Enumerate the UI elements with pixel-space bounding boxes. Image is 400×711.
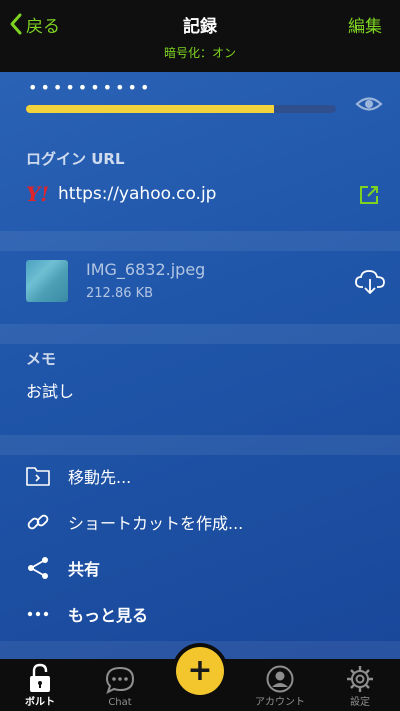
tab-vault-label: ボルト	[25, 697, 55, 708]
tab-vault[interactable]: ボルト	[0, 659, 80, 711]
edit-button[interactable]: 編集	[348, 12, 382, 37]
yahoo-y-icon: Y!	[26, 182, 50, 206]
section-divider	[0, 435, 400, 455]
login-url-label: ログイン URL	[26, 150, 125, 168]
chat-icon	[105, 666, 135, 694]
tab-chat[interactable]: Chat	[80, 659, 160, 711]
nav-header: 戻る 記録 暗号化：オン 編集	[0, 0, 400, 72]
eye-icon[interactable]	[355, 94, 383, 114]
folder-move-icon	[26, 464, 50, 488]
record-content: •••••••••• ログイン URL Y! https://yahoo.co.…	[0, 72, 400, 659]
attachment-name[interactable]: IMG_6832.jpeg	[86, 260, 205, 279]
login-url-row[interactable]: Y! https://yahoo.co.jp	[26, 182, 216, 206]
attachment-thumbnail[interactable]	[26, 260, 68, 302]
share-label: 共有	[68, 560, 101, 579]
share-icon	[26, 556, 50, 580]
cloud-download-icon[interactable]	[355, 269, 385, 295]
attachment-size: 212.86 KB	[86, 286, 154, 301]
share-action[interactable]: 共有	[0, 545, 400, 591]
tab-account[interactable]: アカウント	[240, 659, 320, 711]
external-link-icon[interactable]	[359, 185, 379, 205]
account-icon	[266, 665, 294, 693]
more-label: もっと見る	[68, 606, 149, 625]
memo-label: メモ	[26, 350, 57, 368]
add-button[interactable]: +	[176, 647, 224, 695]
more-action[interactable]: もっと見る	[0, 591, 400, 637]
tab-chat-label: Chat	[108, 697, 132, 708]
more-icon	[26, 602, 50, 626]
memo-text: お試し	[26, 382, 75, 401]
create-shortcut-label: ショートカットを作成...	[68, 514, 244, 533]
section-divider	[0, 324, 400, 344]
password-strength-bar	[26, 105, 336, 113]
move-to-action[interactable]: 移動先...	[0, 453, 400, 499]
tab-settings[interactable]: 設定	[320, 659, 400, 711]
tab-settings-label: 設定	[350, 697, 370, 708]
create-shortcut-action[interactable]: ショートカットを作成...	[0, 499, 400, 545]
link-icon	[26, 510, 50, 534]
lock-icon	[30, 663, 50, 692]
password-strength-fill	[26, 105, 274, 113]
encryption-status: 暗号化：オン	[163, 46, 236, 60]
gear-icon	[347, 666, 373, 692]
password-masked: ••••••••••	[28, 78, 153, 97]
section-divider	[0, 231, 400, 251]
move-to-label: 移動先...	[68, 468, 132, 487]
tab-account-label: アカウント	[255, 697, 305, 708]
page-title: 記録	[183, 17, 217, 37]
tab-bar: ボルト Chat + アカウント 設定	[0, 647, 400, 711]
login-url-value[interactable]: https://yahoo.co.jp	[58, 184, 216, 204]
